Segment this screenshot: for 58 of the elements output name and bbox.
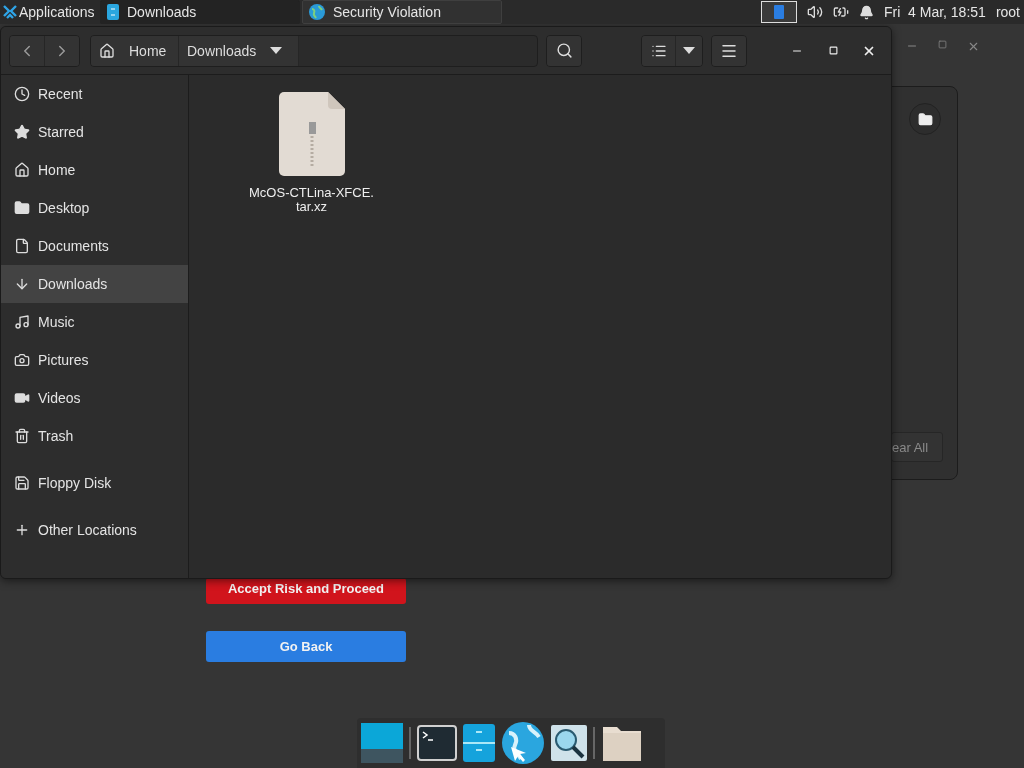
xfce-logo-icon bbox=[3, 5, 17, 19]
task-button[interactable]: Downloads bbox=[100, 0, 300, 24]
terminal-icon[interactable] bbox=[417, 725, 457, 761]
camera-icon bbox=[14, 352, 30, 368]
user-name[interactable]: root bbox=[995, 4, 1020, 20]
caret-icon bbox=[683, 47, 695, 54]
download-icon bbox=[14, 276, 30, 292]
path-button[interactable]: Home bbox=[91, 35, 179, 66]
maximize-icon bbox=[828, 46, 838, 55]
battery-icon[interactable] bbox=[832, 4, 849, 20]
file-name[interactable]: McOS-CTLina-XFCE. tar.xz bbox=[249, 186, 374, 214]
sidebar-item[interactable]: Home bbox=[1, 151, 188, 189]
applications-menu[interactable]: Applications bbox=[0, 0, 100, 24]
proceed-button[interactable]: Accept Risk and Proceed bbox=[206, 578, 406, 604]
sidebar-item[interactable]: Recent bbox=[1, 75, 188, 113]
sidebar-item[interactable]: Other Locations bbox=[1, 511, 188, 549]
home-icon bbox=[14, 162, 30, 178]
video-icon bbox=[14, 390, 30, 406]
sidebar-item[interactable]: Downloads bbox=[1, 265, 188, 303]
clock-icon bbox=[14, 86, 30, 102]
caret-icon bbox=[270, 47, 283, 54]
sidebar-item[interactable]: Starred bbox=[1, 113, 188, 151]
back-button[interactable]: Go Back bbox=[206, 631, 406, 662]
search-button[interactable] bbox=[547, 35, 581, 66]
file-cabinet-icon bbox=[773, 5, 784, 19]
globe-icon[interactable] bbox=[501, 721, 545, 765]
sidebar-item[interactable]: Trash bbox=[1, 417, 188, 455]
sidebar-item[interactable]: Desktop bbox=[1, 189, 188, 227]
sidebar-item[interactable]: Documents bbox=[1, 227, 188, 265]
sidebar-item[interactable]: Videos bbox=[1, 379, 188, 417]
clock[interactable]: Fri 4 Mar, 18:51 bbox=[883, 4, 986, 20]
trash-icon bbox=[14, 428, 30, 444]
plus-icon bbox=[14, 522, 30, 538]
task-button[interactable]: Security Violation bbox=[302, 0, 502, 24]
folder-icon bbox=[14, 200, 30, 216]
bell-icon[interactable] bbox=[858, 4, 874, 20]
close-icon[interactable] bbox=[967, 40, 980, 53]
document-icon bbox=[14, 238, 30, 254]
star-icon bbox=[14, 124, 30, 140]
view-button[interactable] bbox=[642, 35, 676, 66]
sidebar-item[interactable]: Floppy Disk bbox=[1, 464, 188, 502]
folder-button[interactable] bbox=[909, 103, 941, 135]
search-icon bbox=[555, 42, 573, 59]
clear-all-button[interactable]: ear All bbox=[891, 432, 943, 462]
globe-icon bbox=[309, 4, 325, 20]
folder-icon bbox=[917, 111, 933, 127]
archive-file-icon[interactable] bbox=[278, 92, 345, 176]
magnifier-icon[interactable] bbox=[551, 725, 587, 761]
floppy-icon bbox=[14, 475, 30, 491]
sidebar-item[interactable]: Music bbox=[1, 303, 188, 341]
file-cabinet-icon bbox=[107, 4, 119, 20]
menu-button[interactable] bbox=[712, 35, 746, 66]
music-icon bbox=[14, 314, 30, 330]
home-icon bbox=[99, 42, 115, 59]
sidebar-item[interactable]: Pictures bbox=[1, 341, 188, 379]
workspace-switcher[interactable] bbox=[760, 1, 797, 23]
path-button[interactable]: Downloads bbox=[179, 35, 299, 66]
desktop-icon[interactable] bbox=[361, 723, 403, 763]
